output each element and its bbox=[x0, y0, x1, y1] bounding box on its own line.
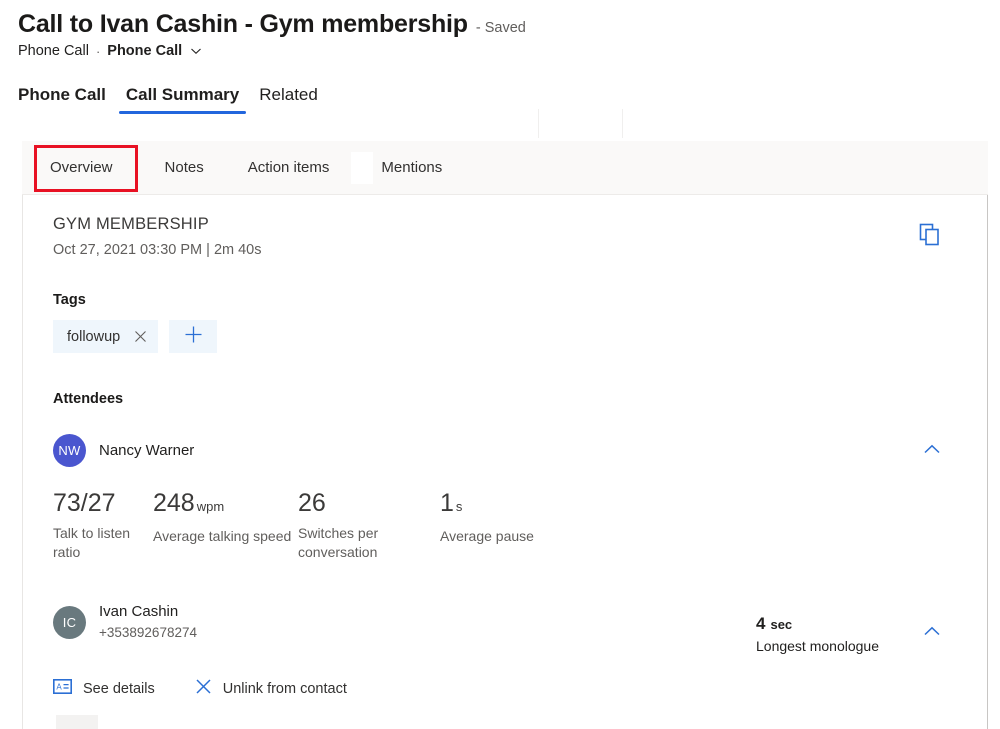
stat-label: Longest monologue bbox=[756, 637, 879, 656]
attendee-nancy-warner: NW Nancy Warner 73/27 Talk to listen rat… bbox=[53, 434, 957, 562]
attendee-actions: A See details Unlink from contact bbox=[53, 678, 957, 700]
attendees-heading: Attendees bbox=[53, 391, 957, 407]
record-title-row: Call to Ivan Cashin - Gym membership - S… bbox=[18, 8, 526, 40]
attendee-name: Ivan Cashin bbox=[99, 602, 197, 622]
commandbar-separator-2 bbox=[622, 109, 623, 138]
saved-status: - Saved bbox=[476, 20, 526, 36]
contact-card-icon: A bbox=[53, 679, 72, 699]
plus-icon bbox=[184, 325, 203, 349]
tag-chip-followup[interactable]: followup bbox=[53, 320, 158, 353]
stat-label: Switches per conversation bbox=[298, 524, 440, 562]
call-datetime-duration: Oct 27, 2021 03:30 PM | 2m 40s bbox=[53, 240, 957, 260]
stat-value: 73/27 bbox=[53, 489, 116, 517]
stat-value: 1 bbox=[440, 489, 454, 517]
panel-bottom-handle[interactable] bbox=[56, 715, 98, 729]
call-subject: GYM MEMBERSHIP bbox=[53, 213, 957, 235]
overview-panel: GYM MEMBERSHIP Oct 27, 2021 03:30 PM | 2… bbox=[22, 195, 988, 729]
app-root: Call to Ivan Cashin - Gym membership - S… bbox=[0, 0, 1000, 729]
record-header: Call to Ivan Cashin - Gym membership - S… bbox=[18, 8, 526, 59]
unlink-from-contact-button[interactable]: Unlink from contact bbox=[195, 678, 347, 700]
stat-value: 26 bbox=[298, 489, 326, 517]
stat-value: 248 bbox=[153, 489, 195, 517]
summary-tabstrip: Overview Notes Action items Mentions bbox=[22, 141, 988, 195]
subtab-action-items[interactable]: Action items bbox=[226, 141, 352, 195]
attendee-phone: +353892678274 bbox=[99, 624, 197, 642]
stat-talk-to-listen-ratio: 73/27 Talk to listen ratio bbox=[53, 489, 153, 562]
attendee-row[interactable]: NW Nancy Warner bbox=[53, 434, 957, 467]
tags-heading: Tags bbox=[53, 292, 957, 308]
subtab-mentions[interactable]: Mentions bbox=[373, 141, 464, 195]
stat-switches-per-conversation: 26 Switches per conversation bbox=[298, 489, 440, 562]
tab-phone-call[interactable]: Phone Call bbox=[18, 84, 116, 114]
mentions-badge-placeholder bbox=[351, 152, 373, 184]
stat-label: Average talking speed bbox=[153, 527, 298, 546]
stat-average-pause: 1s Average pause bbox=[440, 489, 585, 562]
stat-longest-monologue: 4 sec Longest monologue bbox=[756, 614, 879, 656]
tab-call-summary[interactable]: Call Summary bbox=[116, 84, 249, 114]
stat-label: Average pause bbox=[440, 527, 585, 546]
entity-type-label: Phone Call bbox=[18, 43, 89, 59]
action-label: Unlink from contact bbox=[223, 681, 347, 697]
attendee-ivan-cashin: IC Ivan Cashin +353892678274 4 sec Longes… bbox=[53, 602, 957, 700]
avatar: IC bbox=[53, 606, 86, 639]
chevron-up-icon[interactable] bbox=[923, 442, 941, 460]
subtitle-separator: · bbox=[96, 44, 100, 59]
tag-chip-list: followup bbox=[53, 320, 957, 353]
avatar: NW bbox=[53, 434, 86, 467]
attendee-stats: 73/27 Talk to listen ratio 248wpm Averag… bbox=[53, 489, 957, 562]
subtab-notes[interactable]: Notes bbox=[143, 141, 226, 195]
stat-label: Talk to listen ratio bbox=[53, 524, 153, 562]
summary-tablist: Overview Notes Action items Mentions bbox=[22, 141, 464, 195]
attendee-identity: Ivan Cashin +353892678274 bbox=[99, 602, 197, 642]
form-selector-label[interactable]: Phone Call bbox=[107, 43, 182, 59]
form-tablist: Phone Call Call Summary Related bbox=[18, 84, 328, 114]
attendee-name: Nancy Warner bbox=[99, 441, 194, 461]
copy-icon[interactable] bbox=[919, 223, 941, 252]
see-details-button[interactable]: A See details bbox=[53, 679, 155, 699]
chevron-up-icon[interactable] bbox=[923, 624, 941, 642]
stat-unit: wpm bbox=[197, 499, 224, 514]
subtab-overview[interactable]: Overview bbox=[22, 141, 143, 195]
stat-average-talking-speed: 248wpm Average talking speed bbox=[153, 489, 298, 562]
action-label: See details bbox=[83, 681, 155, 697]
page-title: Call to Ivan Cashin - Gym membership bbox=[18, 8, 468, 40]
unlink-close-icon bbox=[195, 678, 212, 700]
tag-chip-label: followup bbox=[67, 329, 120, 345]
tab-related[interactable]: Related bbox=[249, 84, 328, 114]
stat-value: 4 bbox=[756, 614, 765, 633]
add-tag-button[interactable] bbox=[169, 320, 217, 353]
close-icon[interactable] bbox=[134, 330, 147, 343]
overview-content: GYM MEMBERSHIP Oct 27, 2021 03:30 PM | 2… bbox=[23, 195, 987, 700]
commandbar-separator-1 bbox=[538, 109, 539, 138]
record-subtitle: Phone Call · Phone Call bbox=[18, 43, 526, 59]
stat-unit: sec bbox=[770, 617, 792, 632]
stat-unit: s bbox=[456, 499, 463, 514]
svg-text:A: A bbox=[56, 683, 62, 692]
chevron-down-icon[interactable] bbox=[189, 44, 203, 58]
